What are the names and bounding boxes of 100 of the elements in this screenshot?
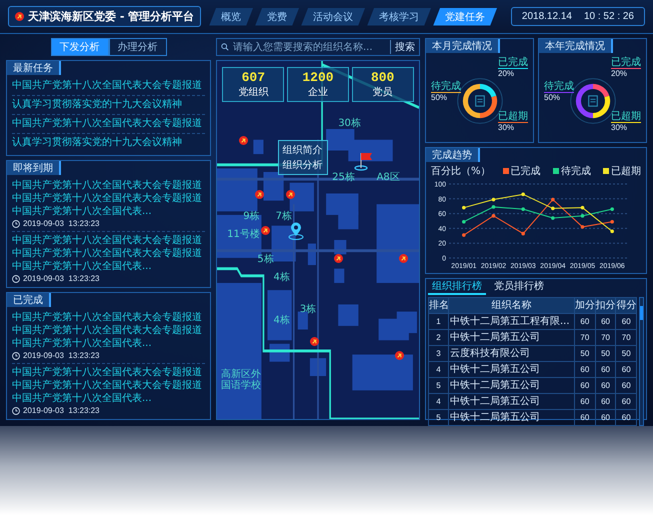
stat-label: 企业 xyxy=(308,86,328,99)
task-title[interactable]: 认真学习贯彻落实党的十九大会议精神 xyxy=(12,136,205,149)
percent-label: 50% xyxy=(544,93,560,102)
popup-link[interactable]: 组织简介 xyxy=(282,142,323,157)
axis-title: 百分比（%） xyxy=(431,164,491,178)
view-toggle[interactable]: 办理分析 xyxy=(108,38,166,56)
clipboard-icon xyxy=(474,95,484,107)
clock-icon xyxy=(12,352,20,360)
task-title[interactable]: 中国共产党第十八次全国代表大会专题报道 xyxy=(12,79,205,92)
data-point xyxy=(580,214,584,218)
ranking-tab[interactable]: 党员排行榜 xyxy=(490,279,548,295)
column-header: 排名 xyxy=(428,298,448,314)
table-cell: 3 xyxy=(428,346,448,362)
stat-value: 607 xyxy=(242,70,266,85)
map-label: A8区 xyxy=(376,172,400,183)
clock-icon xyxy=(12,220,20,228)
table-cell: 60 xyxy=(595,314,616,330)
popup-link[interactable]: 组织分析 xyxy=(282,158,323,172)
task-title[interactable]: 认真学习贯彻落实党的十九大会议精神 xyxy=(12,98,205,111)
building-block xyxy=(217,168,258,212)
task-title[interactable]: 中国共产党第十八次全国代表大会专题报道中国共产党第十八次全国代表大会专题报道中国共产党第十八次全国代表... xyxy=(12,366,205,405)
table-cell: 中铁十二局第五公司 xyxy=(448,362,574,378)
search-button[interactable]: 搜索 xyxy=(390,40,415,54)
party-emblem-icon xyxy=(310,336,319,346)
percent-label: 30% xyxy=(498,123,514,132)
table-cell: 60 xyxy=(595,394,616,410)
data-point xyxy=(610,230,614,234)
column-header: 加分 xyxy=(574,298,596,314)
building-block xyxy=(334,268,344,283)
date-time-panel: 2018.12.14 10 : 52 : 26 xyxy=(510,7,645,26)
map-label: 30栋 xyxy=(338,118,361,130)
clock-icon xyxy=(12,274,20,282)
map-label: 高新区外国语学校 xyxy=(220,368,262,391)
building-block xyxy=(298,312,308,330)
table-cell: 60 xyxy=(574,314,596,330)
party-emblem-icon xyxy=(286,190,295,199)
task-title[interactable]: 中国共产党第十八次全国代表大会专题报道中国共产党第十八次全国代表大会专题报道中国共产党第十八次全国代表... xyxy=(12,234,205,273)
slice-label: 待完成 xyxy=(544,81,574,93)
table-cell: 60 xyxy=(616,378,637,394)
nav-tab[interactable]: 活动会议 xyxy=(301,8,366,26)
table-cell: 中铁十二局第五公司 xyxy=(448,330,574,346)
table-cell: 中铁十二局第五工程有限... xyxy=(448,314,574,330)
data-point xyxy=(492,198,496,202)
section-title: 即将到期 xyxy=(7,161,61,175)
data-point xyxy=(580,225,584,229)
map-label: 5栋 xyxy=(257,254,274,266)
data-point xyxy=(462,233,466,237)
stat-value: 1200 xyxy=(302,70,334,85)
map-label: 7栋 xyxy=(276,211,292,222)
column-header: 扣分 xyxy=(595,298,616,314)
party-emblem-icon xyxy=(394,350,404,360)
slice-label: 已完成 xyxy=(498,57,528,69)
table-cell: 50 xyxy=(595,346,616,362)
table-cell: 60 xyxy=(595,362,616,378)
table-cell: 60 xyxy=(574,394,596,410)
table-cell: 60 xyxy=(574,362,596,378)
table-cell: 云度科技有限公司 xyxy=(448,346,574,362)
table-cell: 50 xyxy=(616,346,637,362)
column-header: 组织名称 xyxy=(448,298,574,314)
table-cell: 1 xyxy=(428,314,448,330)
stat-label: 党组织 xyxy=(238,86,268,99)
column-header: 得分 xyxy=(616,298,637,314)
data-point xyxy=(462,206,466,210)
task-title[interactable]: 中国共产党第十八次全国代表大会专题报道 xyxy=(12,117,205,130)
legend-label: 待完成 xyxy=(560,164,591,178)
table-cell: 60 xyxy=(616,314,637,330)
data-point xyxy=(551,198,555,202)
map-label: 9栋 xyxy=(243,211,260,222)
search-icon xyxy=(221,43,229,51)
task-title[interactable]: 中国共产党第十八次全国代表大会专题报道中国共产党第十八次全国代表大会专题报道中国共产党第十八次全国代表... xyxy=(12,311,205,350)
nav-tab[interactable]: 党费 xyxy=(255,8,300,26)
ranking-tab[interactable]: 组织排行榜 xyxy=(428,279,486,295)
table-cell: 2 xyxy=(428,330,448,346)
slice-label: 已超期 xyxy=(498,111,528,123)
party-emblem-icon xyxy=(255,190,264,199)
data-point xyxy=(492,214,496,218)
panel-title: 本年完成情况 xyxy=(539,39,613,53)
nav-tab[interactable]: 概览 xyxy=(209,8,254,26)
data-point xyxy=(462,220,466,224)
percent-label: 20% xyxy=(611,69,628,78)
table-cell: 70 xyxy=(574,330,596,346)
search-field[interactable]: 请输入您需要搜索的组织名称... 搜索 xyxy=(216,38,420,56)
map-label: 3栋 xyxy=(300,304,316,316)
data-point xyxy=(521,192,525,196)
scrollbar[interactable] xyxy=(639,297,644,426)
flag-icon xyxy=(354,150,374,170)
building-block xyxy=(253,140,264,154)
clipboard-icon xyxy=(588,95,598,107)
percent-label: 20% xyxy=(498,69,514,78)
table-cell: 4 xyxy=(428,394,448,410)
table-cell: 中铁十二局第五公司 xyxy=(448,394,574,410)
building-block xyxy=(338,304,358,326)
data-point xyxy=(521,232,525,236)
data-point xyxy=(551,206,555,210)
section-title: 已完成 xyxy=(7,293,51,307)
data-point xyxy=(551,216,555,220)
task-title[interactable]: 中国共产党第十八次全国代表大会专题报道中国共产党第十八次全国代表大会专题报道中国共产党第十八次全国代表... xyxy=(12,179,205,218)
building-block xyxy=(290,182,314,212)
stat-label: 党员 xyxy=(372,86,393,99)
nav-tab[interactable]: 考核学习 xyxy=(367,8,432,26)
